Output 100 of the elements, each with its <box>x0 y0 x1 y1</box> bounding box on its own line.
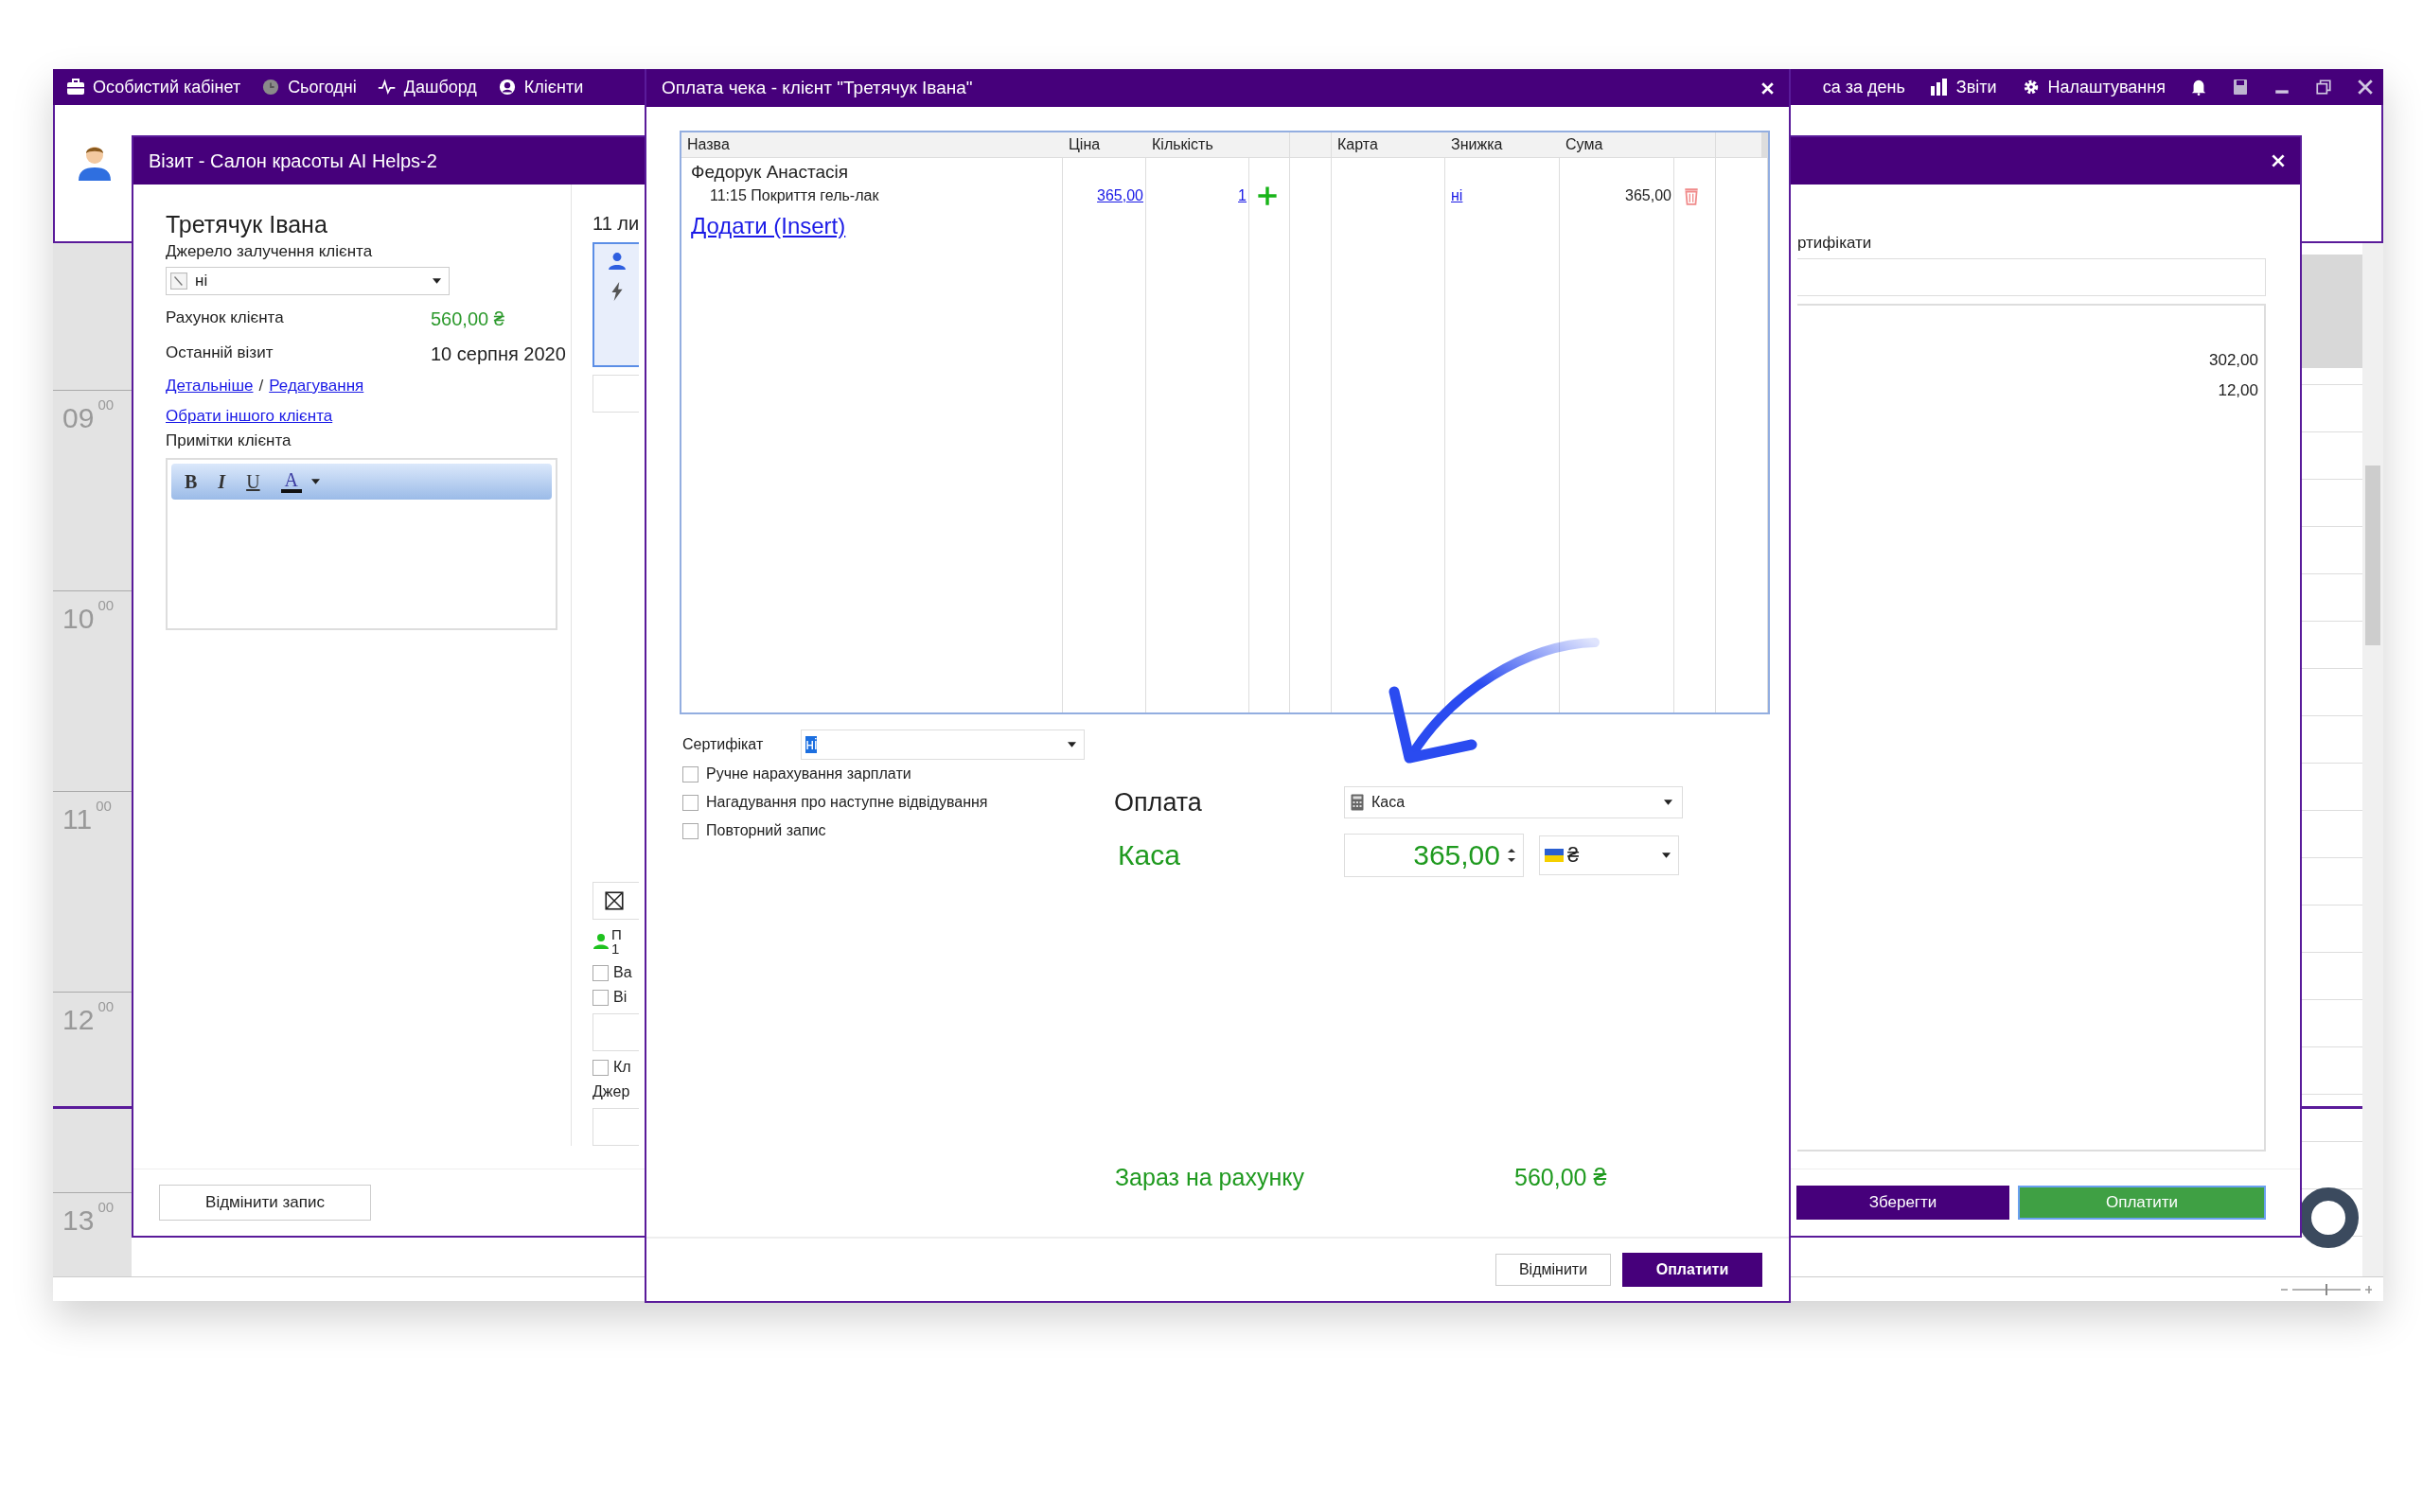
image-icon <box>170 273 187 290</box>
field-label: Примітки клієнта <box>166 431 292 450</box>
info-value: 560,00 ₴ <box>431 308 504 330</box>
input-field[interactable] <box>592 1108 639 1146</box>
caret-icon <box>1068 742 1077 747</box>
remove-button[interactable] <box>592 881 639 920</box>
client-time: 1 <box>611 941 621 957</box>
trash-icon[interactable] <box>1684 186 1699 205</box>
input-field[interactable] <box>1797 258 2266 296</box>
checkbox-label: Нагадування про наступне відвідування <box>706 794 988 811</box>
minute-label: 00 <box>97 998 115 1014</box>
pay-button[interactable]: Оплатити <box>1622 1253 1762 1287</box>
balance-label: Зараз на рахунку <box>1115 1164 1305 1191</box>
source-dropdown[interactable]: ні <box>166 267 450 295</box>
menu-item[interactable]: Клієнти <box>497 77 584 97</box>
service-name: 11:15 Покриття гель-лак <box>709 187 880 204</box>
underline-tool[interactable]: U <box>246 470 260 493</box>
column-header: Ціна <box>1068 135 1102 154</box>
checkbox-label: Ва <box>613 964 632 981</box>
hour-label: 11 <box>62 805 93 834</box>
lightning-icon <box>610 282 624 301</box>
field-label: Сертифікат <box>682 736 764 753</box>
info-label: Рахунок клієнта <box>166 308 285 328</box>
hour-label: 09 <box>62 404 95 432</box>
column-header: Сума <box>1565 135 1604 154</box>
cancel-visit-button[interactable]: Відмінити запис <box>159 1185 371 1221</box>
scrollbar[interactable] <box>2362 243 2383 1276</box>
cross-box-icon <box>605 890 624 910</box>
minute-label: 00 <box>97 1199 115 1215</box>
checkbox-label: Ручне нарахування зарплати <box>706 765 911 782</box>
user-icon <box>497 79 517 96</box>
quantity-link[interactable]: 1 <box>1238 187 1249 204</box>
info-label: Останній візит <box>166 343 274 363</box>
link-separator: / <box>258 377 264 396</box>
client-name: Третячук Івана <box>166 211 328 238</box>
bell-icon[interactable] <box>2190 79 2207 96</box>
zoom-slider[interactable] <box>2279 1282 2374 1297</box>
field-label: Джер <box>592 1083 631 1100</box>
checkbox[interactable] <box>592 989 609 1006</box>
payment-label: Оплата <box>1114 787 1203 818</box>
bar-chart-icon <box>1929 79 1949 96</box>
restore-icon[interactable] <box>2315 79 2332 96</box>
input-field[interactable] <box>592 1013 639 1051</box>
calculator-icon <box>1351 794 1364 811</box>
amount-value: 302,00 <box>2208 351 2258 370</box>
clock-icon <box>261 79 281 96</box>
close-icon[interactable] <box>2357 79 2374 96</box>
hour-label: 10 <box>62 605 95 633</box>
save-button[interactable]: Зберегти <box>1796 1186 2009 1220</box>
plus-icon[interactable] <box>1257 185 1278 206</box>
amount-value: 12,00 <box>2217 381 2258 400</box>
briefcase-icon <box>66 79 85 96</box>
group-name: Федорук Анастасія <box>690 162 849 183</box>
details-link[interactable]: Детальніше <box>166 377 254 396</box>
input-field[interactable] <box>592 375 639 413</box>
section-label: ртифікати <box>1797 234 1873 253</box>
cancel-button[interactable]: Відмінити <box>1495 1254 1611 1286</box>
discount-link[interactable]: ні <box>1445 187 1560 204</box>
checkbox[interactable] <box>592 1059 609 1076</box>
minute-label: 00 <box>96 798 112 814</box>
sum-value: 365,00 <box>1625 187 1672 204</box>
payment-method-dropdown[interactable]: Каса <box>1344 786 1683 818</box>
amount-field[interactable]: 365,00 <box>1344 834 1524 877</box>
text-color-tool[interactable]: A <box>280 470 303 493</box>
menu-item[interactable]: са за день <box>1822 77 1905 97</box>
column-header: Кількість <box>1151 135 1214 154</box>
menu-item[interactable]: Особистий кабінет <box>66 77 241 97</box>
checkbox[interactable] <box>682 794 699 811</box>
checkbox[interactable] <box>682 765 699 782</box>
spinner-icon <box>1508 847 1515 864</box>
save-icon[interactable] <box>2232 79 2249 96</box>
price-link[interactable]: 365,00 <box>1097 187 1146 204</box>
column-header: Карта <box>1336 135 1379 154</box>
menu-item[interactable]: Сьогодні <box>261 77 357 97</box>
dialog-title: Візит - Салон красоты AI Helps-2 <box>149 149 437 172</box>
notes-editor[interactable]: B I U A <box>166 458 557 630</box>
caret-icon <box>1664 800 1672 805</box>
bold-tool[interactable]: B <box>185 470 198 493</box>
currency-dropdown[interactable]: ₴ <box>1539 835 1679 875</box>
flag-icon <box>1545 849 1564 862</box>
client-initial: П <box>611 926 622 942</box>
appointment-card[interactable] <box>592 242 639 367</box>
balance-value: 560,00 ₴ <box>1514 1164 1607 1191</box>
caret-icon <box>433 278 441 284</box>
choose-client-link[interactable]: Обрати іншого клієнта <box>166 407 333 426</box>
menu-item[interactable]: Налаштування <box>2021 77 2166 97</box>
checkbox-label: Ві <box>613 989 628 1006</box>
column-header: Знижка <box>1450 135 1504 154</box>
checkbox[interactable] <box>592 964 609 981</box>
hour-label: 13 <box>62 1206 95 1235</box>
date-label: 11 ли <box>592 213 639 235</box>
menu-item[interactable]: Звіти <box>1929 77 1997 97</box>
add-link[interactable]: Додати (Insert) <box>691 213 846 239</box>
edit-link[interactable]: Редагування <box>269 377 364 396</box>
certificate-dropdown[interactable]: ні <box>801 730 1086 760</box>
checkbox-label: Повторний запис <box>706 822 826 839</box>
checkbox[interactable] <box>682 822 699 839</box>
italic-tool[interactable]: I <box>218 470 226 493</box>
menu-item[interactable]: Дашборд <box>377 77 477 97</box>
person-icon <box>607 252 627 271</box>
